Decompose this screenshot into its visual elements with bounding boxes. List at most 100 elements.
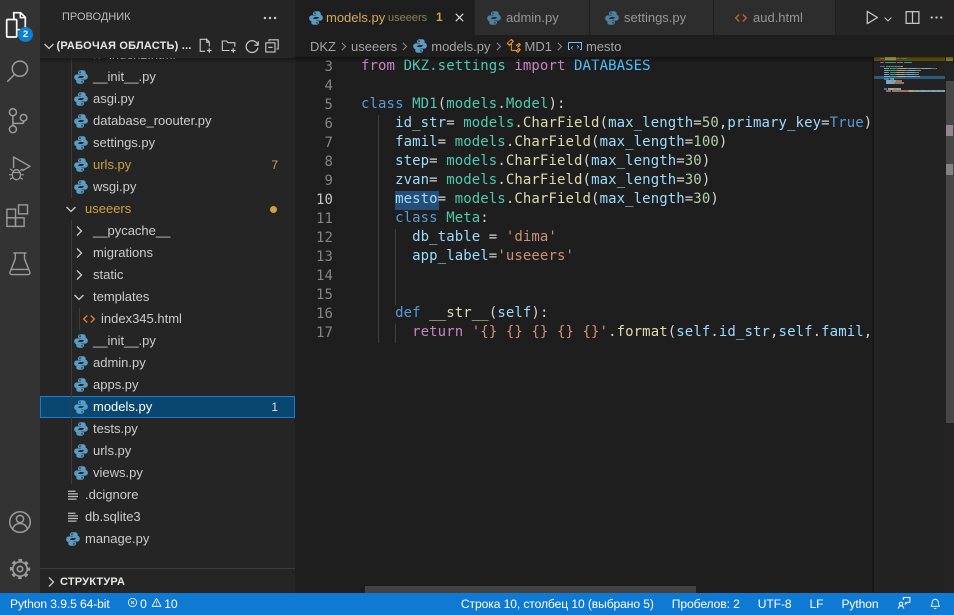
tree-item-label: useeers <box>85 201 131 217</box>
tab-admin.py[interactable]: admin.py <box>475 0 590 35</box>
breadcrumb-MD1[interactable]: MD1 <box>506 38 552 54</box>
line-number: 4 <box>295 77 333 96</box>
tree-file-urls.py[interactable]: urls.py <box>40 440 295 462</box>
symbol-variable-icon <box>567 38 583 54</box>
tree-file-views.py[interactable]: views.py <box>40 462 295 484</box>
feedback-icon <box>897 596 911 613</box>
workspace-section-header[interactable]: (РАБОЧАЯ ОБЛАСТЬ) ... <box>40 35 295 58</box>
activitybar-settings[interactable] <box>0 547 40 591</box>
line-number: 3 <box>295 58 333 77</box>
breadcrumb-separator-icon <box>553 40 566 53</box>
tree-folder-useeers[interactable]: useeers <box>40 198 295 220</box>
chevron-down-icon <box>41 38 57 54</box>
python-file-icon <box>73 399 89 415</box>
code-line-11: class Meta: <box>361 209 489 228</box>
horizontal-scrollbar[interactable] <box>365 586 696 593</box>
line-number: 11 <box>295 210 333 229</box>
status-python-interpreter[interactable]: Python 3.9.5 64-bit <box>0 593 118 615</box>
tree-file-db.sqlite3[interactable]: db.sqlite3 <box>40 506 295 528</box>
tab-aud.html[interactable]: aud.html <box>714 0 836 35</box>
tree-file-__init__.py[interactable]: __init__.py <box>40 330 295 352</box>
tree-file-apps.py[interactable]: apps.py <box>40 374 295 396</box>
activitybar-source-control[interactable] <box>0 98 40 142</box>
status-problems[interactable]: 0 10 <box>118 593 187 615</box>
problems-badge: 7 <box>271 157 278 173</box>
error-icon <box>127 597 138 611</box>
tree-item-label: urls.py <box>93 157 131 173</box>
breadcrumb-DKZ[interactable]: DKZ <box>310 39 336 54</box>
breadcrumb-models.py[interactable]: models.py <box>412 38 490 54</box>
new-file-icon[interactable] <box>197 38 213 54</box>
tree-folder-__pycache__[interactable]: __pycache__ <box>40 220 295 242</box>
line-number: 8 <box>295 153 333 172</box>
tree-folder-templates[interactable]: templates <box>40 286 295 308</box>
explorer-more-actions-icon[interactable] <box>261 9 279 27</box>
code-line-16: def __str__(self): <box>361 304 548 323</box>
tree-file-tests.py[interactable]: tests.py <box>40 418 295 440</box>
activitybar-run-debug[interactable] <box>0 146 40 190</box>
code-line-5: class MD1(models.Model): <box>361 95 566 114</box>
status-notifications[interactable] <box>920 593 954 615</box>
overview-ruler-mark <box>946 57 953 61</box>
tree-file-models.py[interactable]: models.py1 <box>40 396 295 418</box>
tree-item-label: urls.py <box>93 443 131 459</box>
tree-file-database_roouter.py[interactable]: database_roouter.py <box>40 110 295 132</box>
status-encoding[interactable]: UTF-8 <box>749 593 801 615</box>
tree-file-admin.py[interactable]: admin.py <box>40 352 295 374</box>
tab-models.py[interactable]: models.pyuseeers1 <box>295 0 475 35</box>
status-language[interactable]: Python <box>832 593 887 615</box>
more-actions-button[interactable] <box>928 9 945 26</box>
tree-file-manage.py[interactable]: manage.py <box>40 528 295 550</box>
python-file-icon <box>73 179 89 195</box>
status-indentation[interactable]: Пробелов: 2 <box>663 593 749 615</box>
tree-file-.dcignore[interactable]: .dcignore <box>40 484 295 506</box>
code-editor[interactable]: from DKZ.settings import DATABASESclass … <box>295 57 954 593</box>
tree-file-index2.html[interactable]: index2.html <box>40 58 295 66</box>
activitybar-testing[interactable] <box>0 242 40 286</box>
python-file-icon <box>73 443 89 459</box>
collapse-all-icon[interactable] <box>264 38 280 54</box>
activitybar-accounts[interactable] <box>0 500 40 544</box>
tree-file-asgi.py[interactable]: asgi.py <box>40 88 295 110</box>
line-number: 17 <box>295 324 333 343</box>
line-number: 16 <box>295 305 333 324</box>
code-line-12: db_table = 'dima' <box>361 228 557 247</box>
refresh-icon[interactable] <box>244 38 260 54</box>
tree-item-label: __init__.py <box>93 69 156 85</box>
tree-item-label: static <box>93 267 123 283</box>
python-file-icon <box>486 10 502 26</box>
minimap[interactable] <box>872 57 945 593</box>
vertical-scrollbar[interactable] <box>946 81 954 423</box>
split-editor-button[interactable] <box>904 9 921 26</box>
run-dropdown-button[interactable] <box>882 12 894 29</box>
tree-item-label: models.py <box>93 399 152 415</box>
tree-folder-static[interactable]: static <box>40 264 295 286</box>
close-icon[interactable] <box>452 10 467 25</box>
code-line-13: app_label='useeers' <box>361 247 574 266</box>
tree-file-urls.py[interactable]: urls.py 7 <box>40 154 295 176</box>
tree-file-wsgi.py[interactable]: wsgi.py <box>40 176 295 198</box>
status-feedback[interactable] <box>888 593 920 615</box>
python-file-icon <box>73 135 89 151</box>
status-cursor-position[interactable]: Строка 10, столбец 10 (выбрано 5) <box>452 593 663 615</box>
tree-file-settings.py[interactable]: settings.py <box>40 132 295 154</box>
indent-guide <box>395 324 396 343</box>
tab-settings.py[interactable]: settings.py <box>590 0 714 35</box>
tree-file-__init__.py[interactable]: __init__.py <box>40 66 295 88</box>
activitybar-explorer[interactable]: 2 <box>0 2 40 46</box>
breadcrumb-useeers[interactable]: useeers <box>351 39 397 54</box>
line-number: 6 <box>295 115 333 134</box>
tree-folder-migrations[interactable]: migrations <box>40 242 295 264</box>
html-file-icon <box>733 10 749 26</box>
status-eol[interactable]: LF <box>801 593 833 615</box>
activitybar-search[interactable] <box>0 50 40 94</box>
chevron-down-icon <box>63 201 79 217</box>
bell-icon <box>929 598 942 611</box>
outline-section-header[interactable]: СТРУКТУРА <box>40 568 295 593</box>
line-number: 15 <box>295 286 333 305</box>
activitybar-extensions[interactable] <box>0 194 40 238</box>
breadcrumb-separator-icon <box>337 40 350 53</box>
breadcrumb-mesto[interactable]: mesto <box>567 38 621 54</box>
new-folder-icon[interactable] <box>221 38 237 54</box>
run-button[interactable] <box>863 9 880 26</box>
